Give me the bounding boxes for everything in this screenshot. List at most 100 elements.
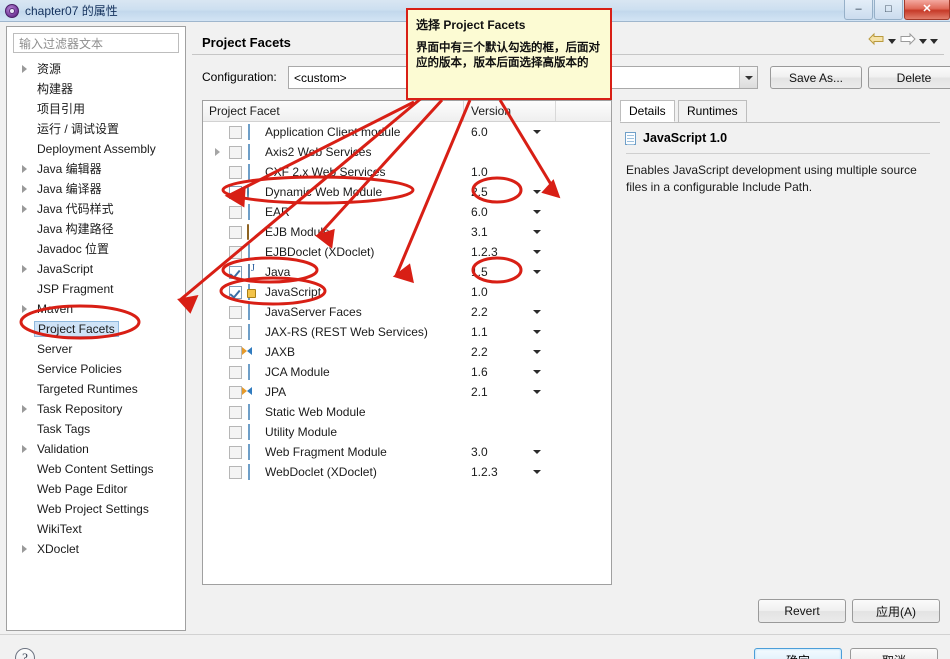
save-as-button[interactable]: Save As... xyxy=(770,66,862,89)
version-chevron-down-icon[interactable] xyxy=(533,470,541,474)
sidebar-item-javadoc[interactable]: Javadoc 位置 xyxy=(7,239,185,259)
version-chevron-down-icon[interactable] xyxy=(533,350,541,354)
facet-version[interactable]: 1.2.3 xyxy=(471,242,498,262)
version-chevron-down-icon[interactable] xyxy=(533,390,541,394)
expand-arrow-icon[interactable] xyxy=(215,148,220,156)
sidebar-item-maven[interactable]: Maven xyxy=(7,299,185,319)
table-row[interactable]: Application Client module 6.0 xyxy=(203,122,611,142)
sidebar-item-web-page-editor[interactable]: Web Page Editor xyxy=(7,479,185,499)
sidebar-item-[interactable]: 运行 / 调试设置 xyxy=(7,119,185,139)
facet-checkbox[interactable] xyxy=(229,246,242,259)
version-chevron-down-icon[interactable] xyxy=(533,250,541,254)
table-row[interactable]: CXF 2.x Web Services 1.0 xyxy=(203,162,611,182)
column-header-version[interactable]: Version xyxy=(465,101,511,121)
facet-checkbox[interactable] xyxy=(229,386,242,399)
revert-button[interactable]: Revert xyxy=(758,599,846,623)
version-chevron-down-icon[interactable] xyxy=(533,330,541,334)
sidebar-item-targeted-runtimes[interactable]: Targeted Runtimes xyxy=(7,379,185,399)
facet-checkbox[interactable] xyxy=(229,226,242,239)
back-history-chevron-down-icon[interactable] xyxy=(888,38,896,44)
table-row[interactable]: Static Web Module xyxy=(203,402,611,422)
facet-checkbox[interactable] xyxy=(229,126,242,139)
version-chevron-down-icon[interactable] xyxy=(533,450,541,454)
filter-input[interactable]: 输入过滤器文本 xyxy=(13,33,179,53)
sidebar-item-server[interactable]: Server xyxy=(7,339,185,359)
sidebar-item-java[interactable]: Java 编辑器 xyxy=(7,159,185,179)
table-row[interactable]: JAX-RS (REST Web Services) 1.1 xyxy=(203,322,611,342)
facet-version[interactable]: 2.1 xyxy=(471,382,488,402)
forward-history-chevron-down-icon[interactable] xyxy=(919,38,927,44)
facet-checkbox[interactable] xyxy=(229,306,242,319)
sidebar-item-validation[interactable]: Validation xyxy=(7,439,185,459)
version-chevron-down-icon[interactable] xyxy=(533,370,541,374)
back-arrow-icon[interactable] xyxy=(868,32,885,47)
sidebar-item-javascript[interactable]: JavaScript xyxy=(7,259,185,279)
facet-version[interactable]: 1.2.3 xyxy=(471,462,498,482)
facet-version[interactable]: 6.0 xyxy=(471,202,488,222)
table-row[interactable]: EJB Module 3.1 xyxy=(203,222,611,242)
expand-arrow-icon[interactable] xyxy=(22,265,27,273)
tab-runtimes[interactable]: Runtimes xyxy=(678,100,747,122)
facet-checkbox[interactable] xyxy=(229,186,242,199)
facet-checkbox[interactable] xyxy=(229,146,242,159)
facet-checkbox[interactable] xyxy=(229,206,242,219)
column-header-project-facet[interactable]: Project Facet xyxy=(203,101,280,121)
sidebar-item-[interactable]: 构建器 xyxy=(7,79,185,99)
sidebar-item-jsp-fragment[interactable]: JSP Fragment xyxy=(7,279,185,299)
facet-version[interactable]: 1.0 xyxy=(471,162,488,182)
sidebar-item-service-policies[interactable]: Service Policies xyxy=(7,359,185,379)
minimize-button[interactable]: – xyxy=(844,0,873,20)
facet-checkbox[interactable] xyxy=(229,466,242,479)
version-chevron-down-icon[interactable] xyxy=(533,270,541,274)
sidebar-item-task-repository[interactable]: Task Repository xyxy=(7,399,185,419)
tab-details[interactable]: Details xyxy=(620,100,675,122)
sidebar-item-java[interactable]: Java 编译器 xyxy=(7,179,185,199)
facet-version[interactable]: 2.2 xyxy=(471,302,488,322)
expand-arrow-icon[interactable] xyxy=(22,185,27,193)
menu-chevron-down-icon[interactable] xyxy=(930,38,938,44)
sidebar-item-java[interactable]: Java 代码样式 xyxy=(7,199,185,219)
table-row[interactable]: Dynamic Web Module 2.5 xyxy=(203,182,611,202)
table-row[interactable]: Web Fragment Module 3.0 xyxy=(203,442,611,462)
ok-button[interactable]: 确定 xyxy=(754,648,842,659)
configuration-chevron-down-icon[interactable] xyxy=(739,67,757,88)
version-chevron-down-icon[interactable] xyxy=(533,230,541,234)
expand-arrow-icon[interactable] xyxy=(22,405,27,413)
facet-version[interactable]: 1.5 xyxy=(471,262,488,282)
sidebar-item-deployment-assembly[interactable]: Deployment Assembly xyxy=(7,139,185,159)
facet-checkbox[interactable] xyxy=(229,166,242,179)
sidebar-item-wikitext[interactable]: WikiText xyxy=(7,519,185,539)
facet-version[interactable]: 2.2 xyxy=(471,342,488,362)
sidebar-item-[interactable]: 项目引用 xyxy=(7,99,185,119)
forward-arrow-icon[interactable] xyxy=(899,32,916,47)
facet-version[interactable]: 3.1 xyxy=(471,222,488,242)
version-chevron-down-icon[interactable] xyxy=(533,130,541,134)
table-row[interactable]: JavaServer Faces 2.2 xyxy=(203,302,611,322)
facet-checkbox[interactable] xyxy=(229,326,242,339)
table-row[interactable]: JCA Module 1.6 xyxy=(203,362,611,382)
facet-version[interactable]: 1.0 xyxy=(471,282,488,302)
maximize-button[interactable]: □ xyxy=(874,0,903,20)
facet-version[interactable]: 6.0 xyxy=(471,122,488,142)
table-row[interactable]: JAXB 2.2 xyxy=(203,342,611,362)
facet-checkbox[interactable] xyxy=(229,406,242,419)
expand-arrow-icon[interactable] xyxy=(22,65,27,73)
expand-arrow-icon[interactable] xyxy=(22,305,27,313)
facet-checkbox[interactable] xyxy=(229,346,242,359)
sidebar-item-project-facets[interactable]: Project Facets xyxy=(7,319,185,339)
expand-arrow-icon[interactable] xyxy=(22,165,27,173)
facet-version[interactable]: 1.1 xyxy=(471,322,488,342)
facet-checkbox[interactable] xyxy=(229,446,242,459)
facet-version[interactable]: 2.5 xyxy=(471,182,488,202)
sidebar-item-task-tags[interactable]: Task Tags xyxy=(7,419,185,439)
sidebar-item-xdoclet[interactable]: XDoclet xyxy=(7,539,185,559)
expand-arrow-icon[interactable] xyxy=(22,205,27,213)
facet-checkbox[interactable] xyxy=(229,286,242,299)
sidebar-item-java[interactable]: Java 构建路径 xyxy=(7,219,185,239)
table-row[interactable]: Axis2 Web Services xyxy=(203,142,611,162)
facet-checkbox[interactable] xyxy=(229,366,242,379)
table-row[interactable]: EJBDoclet (XDoclet) 1.2.3 xyxy=(203,242,611,262)
help-question-icon[interactable]: ? xyxy=(15,648,35,659)
table-row[interactable]: Java 1.5 xyxy=(203,262,611,282)
sidebar-item-web-project-settings[interactable]: Web Project Settings xyxy=(7,499,185,519)
